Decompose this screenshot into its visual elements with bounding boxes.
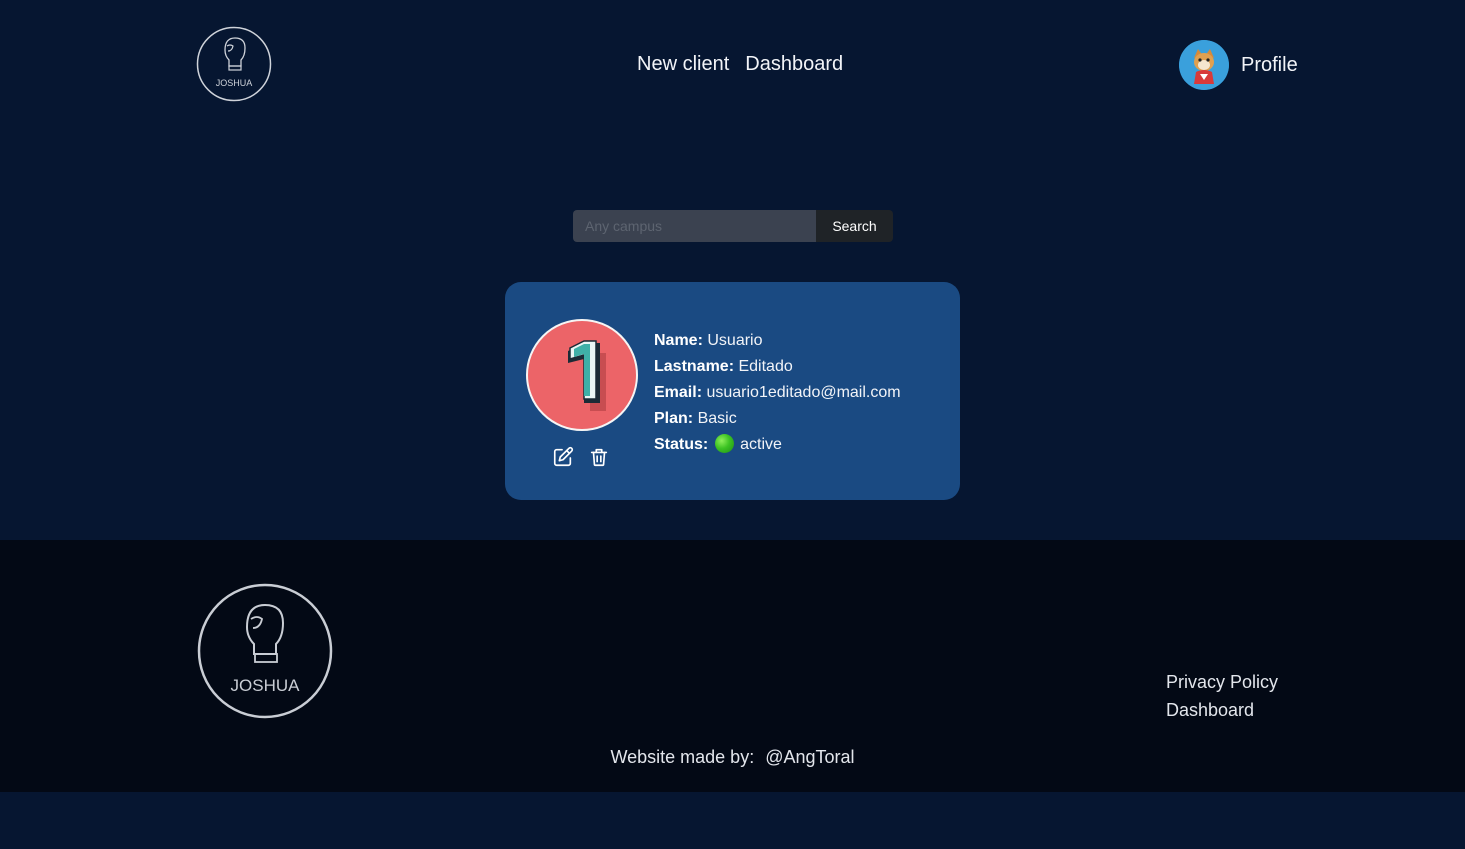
client-status-row: Status: active	[654, 432, 901, 458]
main-nav: New client Dashboard	[637, 53, 843, 76]
client-card: 1 Name: Usuario Lastname: Editado Email:…	[505, 282, 960, 500]
client-info: Name: Usuario Lastname: Editado Email: u…	[654, 328, 901, 458]
client-email: usuario1editado@mail.com	[706, 384, 901, 401]
footer-links: Privacy Policy Dashboard	[1166, 668, 1278, 724]
footer-privacy-policy[interactable]: Privacy Policy	[1166, 668, 1278, 696]
footer-dashboard[interactable]: Dashboard	[1166, 696, 1278, 724]
avatar[interactable]	[1179, 40, 1229, 90]
number-one-image: 1	[568, 340, 606, 422]
search-button[interactable]: Search	[816, 210, 893, 242]
nav-new-client[interactable]: New client	[637, 53, 729, 76]
credit-prefix: Website made by:	[610, 747, 755, 767]
site-footer: JOSHUA Privacy Policy Dashboard Website …	[0, 540, 1465, 792]
client-email-row: Email: usuario1editado@mail.com	[654, 380, 901, 406]
field-label: Email:	[654, 384, 703, 401]
svg-text:JOSHUA: JOSHUA	[216, 78, 253, 88]
field-label: Lastname:	[654, 358, 735, 375]
client-plan-row: Plan: Basic	[654, 406, 901, 432]
client-name-row: Name: Usuario	[654, 328, 901, 354]
client-avatar: 1	[526, 319, 638, 431]
client-lastname-row: Lastname: Editado	[654, 354, 901, 380]
joshua-logo[interactable]: JOSHUA	[196, 26, 272, 102]
svg-text:JOSHUA: JOSHUA	[231, 676, 301, 695]
client-name: Usuario	[707, 332, 763, 349]
nav-dashboard[interactable]: Dashboard	[745, 53, 843, 76]
edit-icon[interactable]	[552, 446, 574, 468]
field-label: Plan:	[654, 410, 694, 427]
card-actions	[552, 446, 610, 468]
joshua-logo-footer: JOSHUA	[197, 583, 333, 719]
svg-text:1: 1	[584, 420, 585, 422]
search-bar: Search	[573, 210, 893, 242]
search-input[interactable]	[573, 210, 816, 242]
profile-label[interactable]: Profile	[1241, 54, 1298, 77]
profile-link[interactable]: Profile	[1179, 40, 1298, 90]
client-lastname: Editado	[738, 358, 793, 375]
field-label: Name:	[654, 332, 703, 349]
client-status: active	[740, 436, 782, 453]
profile-avatar-image	[1179, 40, 1229, 90]
footer-credit: Website made by: @AngToral	[0, 747, 1465, 768]
site-header: JOSHUA New client Dashboard Profile	[0, 0, 1465, 130]
field-label: Status:	[654, 436, 709, 453]
client-plan: Basic	[697, 410, 737, 427]
trash-icon[interactable]	[588, 446, 610, 468]
status-dot-icon	[714, 434, 734, 453]
credit-handle[interactable]: @AngToral	[765, 747, 854, 767]
